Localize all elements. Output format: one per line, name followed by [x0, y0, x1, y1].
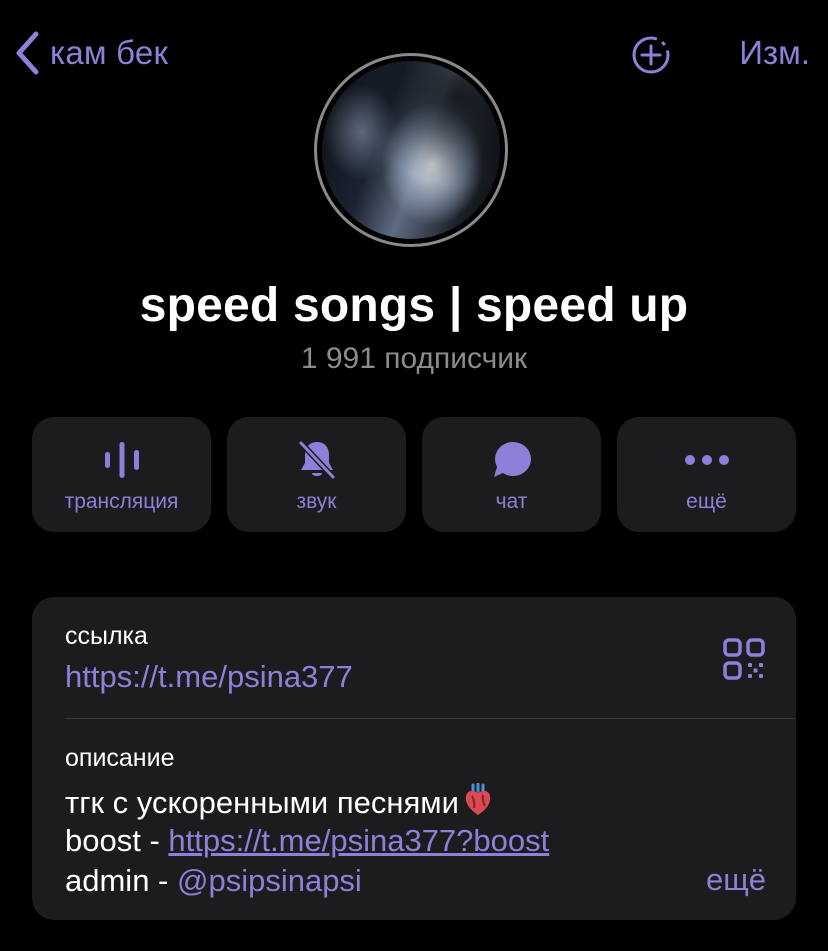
subscriber-count: 1 991 подписчик [300, 342, 528, 375]
channel-avatar-ring[interactable] [314, 53, 508, 247]
more-dots-icon [684, 455, 729, 465]
channel-link[interactable]: https://t.me/psina377 [65, 659, 353, 695]
back-button-label: кам бек [50, 34, 169, 71]
chevron-left-icon [16, 31, 39, 75]
description-caption: описание [65, 744, 175, 772]
bell-slash-icon [297, 440, 336, 480]
description-more-link[interactable]: ещё [706, 862, 766, 898]
channel-title: speed songs | speed up [139, 279, 689, 332]
livestream-button-label: трансляция [64, 490, 179, 513]
edit-button[interactable]: Изм. [739, 34, 810, 72]
chat-button-label: чат [495, 490, 528, 513]
description-line-2: boost - https://t.me/psina377?boost [65, 823, 549, 859]
sound-button[interactable]: звук [227, 417, 406, 532]
admin-prefix: admin - [65, 863, 177, 898]
channel-info-card: ссылка https://t.me/psina377 описание тг… [32, 597, 796, 920]
info-divider [65, 718, 796, 719]
anatomical-heart-icon [465, 783, 491, 815]
description-line-1: тгк с ускоренными песнями [65, 783, 493, 821]
description-text: тгк с ускоренными песнями [65, 785, 459, 820]
description-line-3: admin - @psipsinapsi [65, 863, 362, 899]
more-button-label: ещё [686, 490, 727, 513]
admin-mention[interactable]: @psipsinapsi [177, 863, 362, 898]
chat-button[interactable]: чат [422, 417, 601, 532]
more-button[interactable]: ещё [617, 417, 796, 532]
waveform-icon [104, 442, 139, 478]
livestream-button[interactable]: трансляция [32, 417, 211, 532]
boost-link[interactable]: https://t.me/psina377?boost [168, 823, 549, 858]
add-story-icon[interactable] [630, 33, 674, 77]
channel-avatar [322, 61, 500, 239]
sound-button-label: звук [296, 490, 337, 513]
back-button[interactable]: кам бек [14, 30, 168, 76]
link-caption: ссылка [65, 622, 148, 650]
action-buttons-row: трансляция звук чат ещё [32, 417, 796, 532]
boost-prefix: boost - [65, 823, 169, 858]
chat-bubble-icon [493, 442, 531, 477]
qr-code-icon[interactable] [722, 637, 766, 681]
